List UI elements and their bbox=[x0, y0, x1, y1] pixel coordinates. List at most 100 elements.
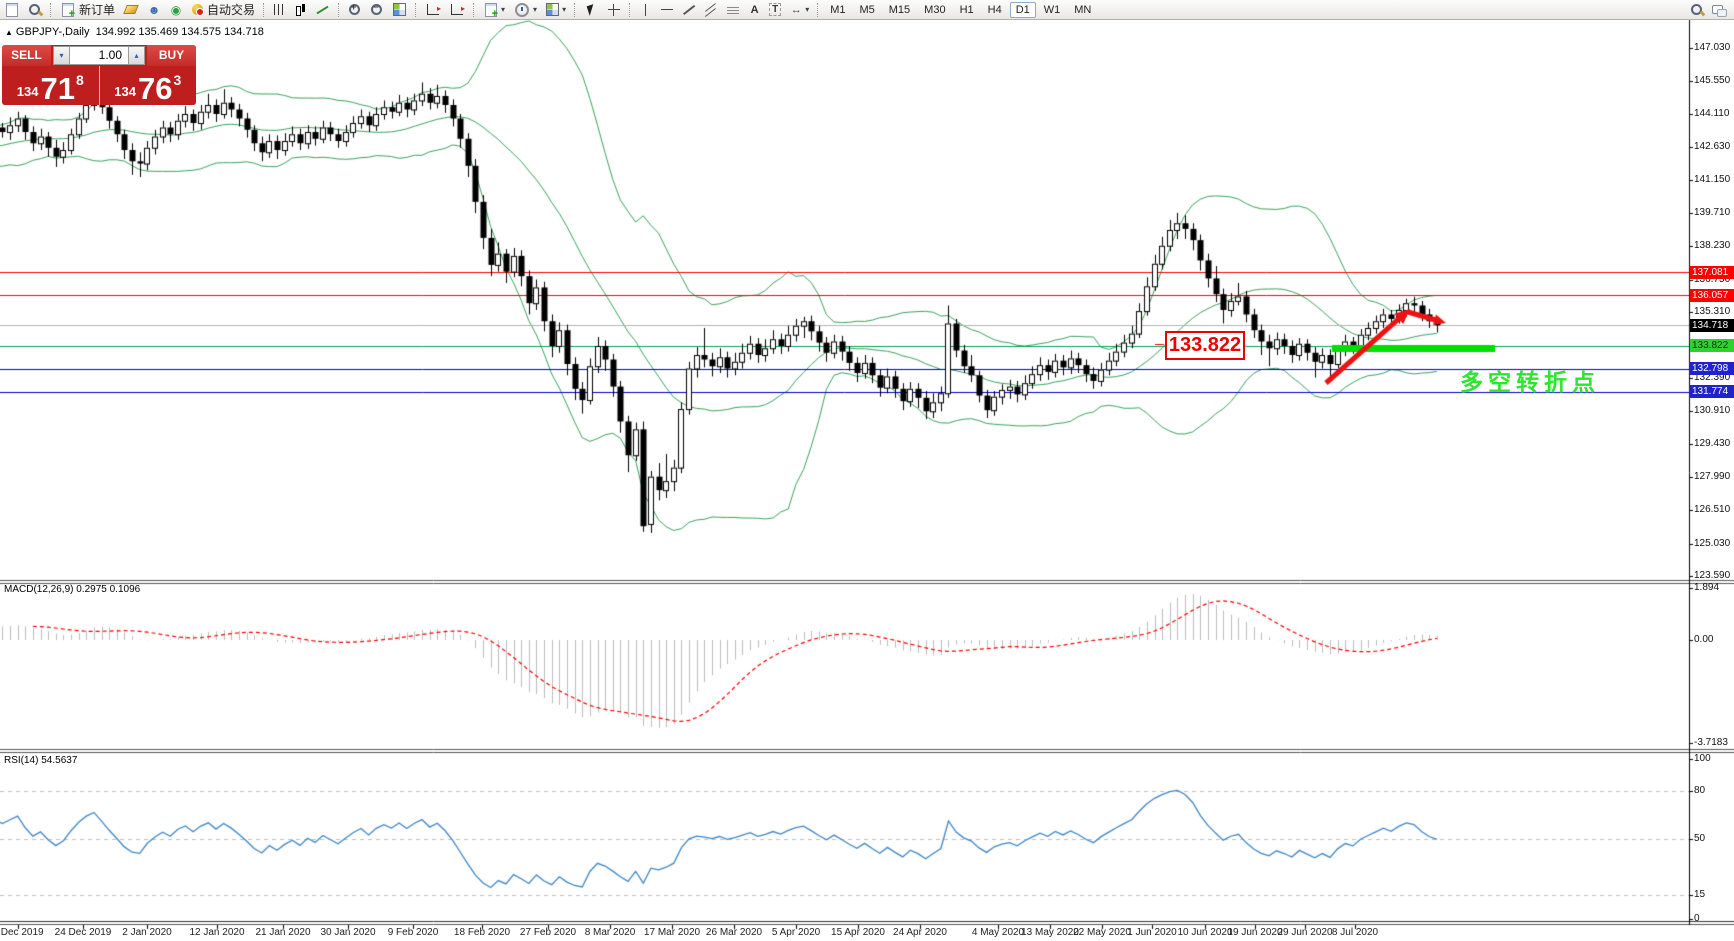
buy-price-small: 134 bbox=[114, 84, 136, 99]
toolbar-text-button[interactable]: A bbox=[745, 1, 764, 18]
signals-icon: ◉ bbox=[170, 2, 182, 17]
timeframe-w1-button[interactable]: W1 bbox=[1038, 2, 1067, 18]
toolbar-vertical-line-button[interactable] bbox=[636, 1, 655, 18]
toolbar-separator bbox=[50, 2, 52, 17]
search-icon bbox=[1690, 3, 1704, 17]
one-click-trade-panel: SELL ▾ 1.00 ▴ BUY 134 71 8 134 76 3 bbox=[2, 45, 196, 105]
toolbar-separator bbox=[574, 2, 576, 17]
mt4-window: 新订单☻◉自动交易▾▾▾AT↔▾M1M5M15M30H1H4D1W1MN ▲GB… bbox=[0, 0, 1734, 941]
toolbar-fibonacci-button[interactable] bbox=[723, 1, 743, 18]
tile-windows-icon bbox=[393, 3, 407, 16]
sell-button[interactable]: SELL bbox=[2, 45, 51, 66]
chevron-down-icon: ▾ bbox=[805, 5, 810, 14]
toolbar-auto-scroll-button[interactable] bbox=[422, 1, 444, 18]
toolbar-text-label-button[interactable]: T bbox=[766, 1, 784, 18]
bar-chart-mode-icon bbox=[274, 4, 286, 15]
candle-chart-mode-icon bbox=[294, 3, 308, 17]
metaeditor-icon bbox=[123, 5, 139, 14]
toolbar-separator bbox=[338, 2, 340, 17]
timeframe-mn-button[interactable]: MN bbox=[1068, 2, 1097, 18]
timeframe-h1-button[interactable]: H1 bbox=[954, 2, 980, 18]
toolbar-zoom-in-button[interactable] bbox=[345, 1, 365, 18]
volume-increase-button[interactable]: ▴ bbox=[128, 46, 145, 65]
chart-window-icon bbox=[6, 2, 18, 17]
buy-price[interactable]: 134 76 3 bbox=[99, 66, 196, 105]
buy-price-sup: 3 bbox=[173, 72, 182, 88]
toolbar-signals-button[interactable]: ◉ bbox=[166, 1, 186, 18]
line-chart-mode-icon bbox=[316, 3, 330, 17]
channel-icon bbox=[704, 3, 718, 17]
expert-advisors-icon: ☻ bbox=[147, 2, 161, 17]
toolbar-metaeditor-button[interactable] bbox=[120, 1, 142, 18]
chevron-down-icon: ▾ bbox=[533, 5, 538, 14]
toolbar-horizontal-line-button[interactable] bbox=[657, 1, 677, 18]
toolbar-new-order-button[interactable]: 新订单 bbox=[57, 1, 118, 20]
toolbar-separator bbox=[817, 2, 819, 17]
toolbar-zoom-out-button[interactable] bbox=[367, 1, 387, 18]
toolbar-separator bbox=[263, 2, 265, 17]
sell-price-sup: 8 bbox=[75, 72, 84, 88]
templates-icon bbox=[546, 3, 560, 16]
zoom-out-icon bbox=[370, 2, 384, 17]
toolbar-right-group bbox=[1686, 0, 1730, 19]
timeframe-m30-button[interactable]: M30 bbox=[918, 2, 951, 18]
toolbar-channel-button[interactable] bbox=[701, 1, 721, 18]
chevron-down-icon: ▾ bbox=[562, 5, 567, 14]
volume-decrease-button[interactable]: ▾ bbox=[53, 46, 70, 65]
toolbar-indicators-button[interactable]: ▾ bbox=[480, 1, 508, 20]
periods-icon bbox=[515, 2, 530, 17]
toolbar-separator bbox=[629, 2, 631, 17]
toolbar-templates-button[interactable]: ▾ bbox=[542, 1, 569, 18]
chart-shift-icon bbox=[451, 4, 465, 15]
toolbar-separator bbox=[473, 2, 475, 17]
new-order-label: 新订单 bbox=[79, 3, 116, 17]
toolbar-cursor-button[interactable] bbox=[581, 1, 602, 18]
toolbar-bar-chart-mode-button[interactable] bbox=[270, 1, 289, 18]
volume-input[interactable]: 1.00 bbox=[70, 46, 128, 65]
toolbar-trendline-button[interactable] bbox=[679, 1, 699, 18]
toolbar-line-chart-mode-button[interactable] bbox=[313, 1, 333, 18]
timeframe-d1-button[interactable]: D1 bbox=[1009, 1, 1036, 18]
sell-price[interactable]: 134 71 8 bbox=[2, 66, 99, 105]
toolbar: 新订单☻◉自动交易▾▾▾AT↔▾M1M5M15M30H1H4D1W1MN bbox=[0, 0, 1734, 20]
buy-price-big: 76 bbox=[137, 70, 173, 105]
arrows-icon: ↔ bbox=[790, 3, 802, 16]
auto-scroll-icon bbox=[427, 4, 441, 15]
toolbar-separator bbox=[415, 2, 417, 17]
toolbar-candle-chart-mode-button[interactable] bbox=[291, 1, 311, 18]
indicators-icon bbox=[485, 2, 498, 20]
timeframe-m5-button[interactable]: M5 bbox=[853, 2, 880, 18]
buy-button[interactable]: BUY bbox=[147, 45, 196, 66]
toolbar-tile-windows-button[interactable] bbox=[389, 1, 410, 18]
toolbar-crosshair-button[interactable] bbox=[604, 1, 624, 18]
autotrading-label: 自动交易 bbox=[207, 3, 256, 17]
chevron-down-icon: ▾ bbox=[501, 5, 506, 14]
sell-price-big: 71 bbox=[40, 70, 75, 105]
toolbar-autotrading-button[interactable]: 自动交易 bbox=[188, 1, 258, 18]
text-label-icon: T bbox=[769, 3, 782, 16]
sell-price-small: 134 bbox=[16, 84, 39, 99]
autotrading-icon bbox=[192, 4, 205, 16]
toolbar-profiles-button[interactable] bbox=[25, 1, 45, 18]
chart-canvas[interactable] bbox=[0, 0, 1734, 941]
toolbar-chat-button[interactable] bbox=[1709, 1, 1729, 18]
zoom-in-icon bbox=[348, 2, 362, 17]
fibonacci-icon bbox=[727, 4, 740, 15]
toolbar-periods-button[interactable]: ▾ bbox=[510, 1, 540, 18]
crosshair-icon bbox=[607, 3, 621, 17]
toolbar-chart-window-button[interactable] bbox=[1, 1, 23, 18]
vertical-line-icon bbox=[645, 3, 647, 16]
text-icon: A bbox=[750, 3, 759, 16]
horizontal-line-icon bbox=[661, 9, 674, 10]
chat-icon bbox=[1712, 3, 1727, 17]
toolbar-arrows-button[interactable]: ↔ ▾ bbox=[786, 1, 812, 18]
timeframe-m1-button[interactable]: M1 bbox=[824, 2, 851, 18]
timeframe-m15-button[interactable]: M15 bbox=[883, 2, 916, 18]
toolbar-search-button[interactable] bbox=[1687, 1, 1707, 18]
cursor-icon bbox=[586, 3, 597, 16]
toolbar-expert-advisors-button[interactable]: ☻ bbox=[144, 1, 164, 18]
toolbar-chart-shift-button[interactable] bbox=[446, 1, 468, 18]
new-order-icon bbox=[62, 2, 75, 20]
trendline-icon bbox=[682, 3, 696, 17]
timeframe-h4-button[interactable]: H4 bbox=[982, 2, 1008, 18]
